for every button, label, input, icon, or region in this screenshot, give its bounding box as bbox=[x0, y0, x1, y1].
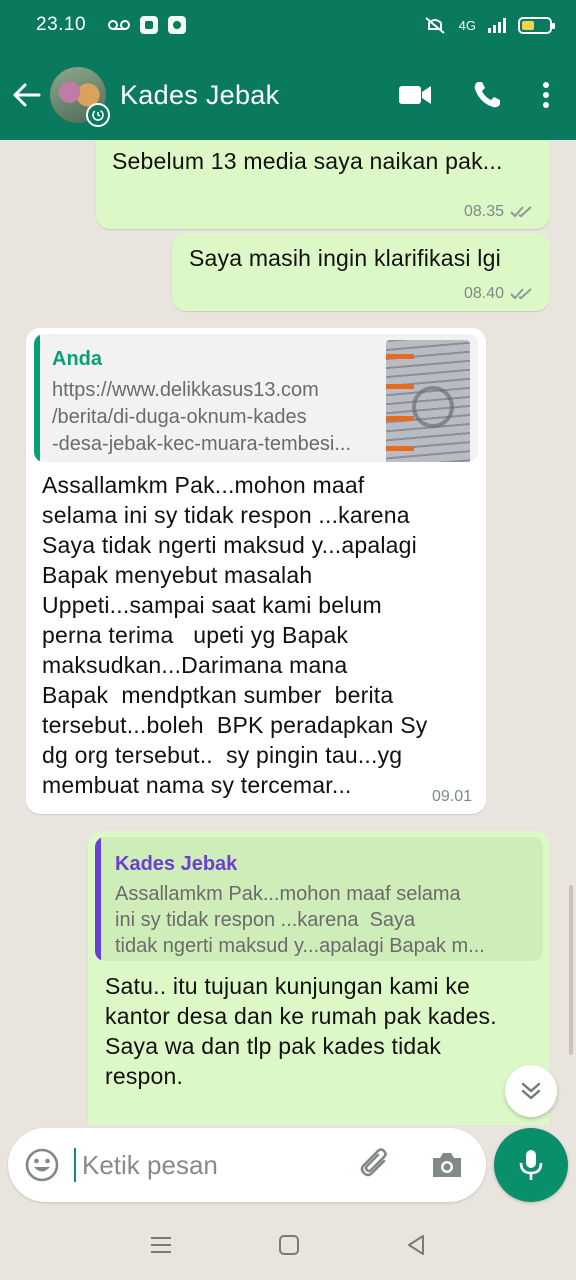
double-check-icon bbox=[510, 288, 532, 300]
contact-avatar[interactable] bbox=[50, 67, 110, 127]
network-label: 4G bbox=[458, 17, 476, 33]
message-line: respon. bbox=[105, 1063, 184, 1089]
disappearing-timer-icon bbox=[86, 103, 110, 127]
message-line: Assallamkm Pak...mohon maaf bbox=[42, 472, 365, 498]
quote-accent-bar bbox=[34, 334, 40, 462]
quote-text-line: /berita/di-duga-oknum-kades bbox=[52, 406, 307, 428]
quote-text-line: Assallamkm Pak...mohon maaf selama bbox=[115, 883, 461, 905]
quote-author: Kades Jebak bbox=[115, 853, 238, 875]
quoted-message[interactable]: Anda https://www.delikkasus13.com /berit… bbox=[34, 334, 478, 462]
message-list[interactable]: Sebelum 13 media saya naikan pak... 08.3… bbox=[0, 140, 576, 1125]
status-bar: 23.10 4G bbox=[0, 0, 576, 50]
notification-icons bbox=[108, 16, 187, 34]
battery-icon bbox=[518, 16, 555, 34]
system-navigation-bar bbox=[0, 1210, 576, 1280]
microphone-icon bbox=[519, 1150, 543, 1180]
attach-icon[interactable] bbox=[358, 1147, 394, 1183]
home-icon[interactable] bbox=[278, 1234, 300, 1256]
message-bubble-incoming[interactable]: Anda https://www.delikkasus13.com /berit… bbox=[26, 328, 486, 814]
message-meta: 08.35 bbox=[464, 203, 536, 221]
voice-record-button[interactable] bbox=[494, 1128, 568, 1202]
message-line: tersebut...boleh BPK peradapkan Sy bbox=[42, 712, 428, 738]
quote-author: Anda bbox=[52, 348, 102, 370]
chat-header: Kades Jebak bbox=[0, 50, 576, 140]
back-arrow-icon[interactable] bbox=[4, 65, 50, 125]
quote-text-line: ini sy tidak respon ...karena Saya bbox=[115, 909, 416, 931]
message-app-icon bbox=[140, 16, 159, 34]
message-line: selama ini sy tidak respon ...karena bbox=[42, 502, 410, 528]
voicemail-icon bbox=[108, 20, 131, 30]
quote-text-line: tidak ngerti maksud y...apalagi Bapak m.… bbox=[115, 935, 485, 957]
status-time: 23.10 bbox=[36, 14, 87, 35]
scroll-to-bottom-button[interactable] bbox=[505, 1065, 557, 1117]
message-bubble-outgoing[interactable]: Kades Jebak Assallamkm Pak...mohon maaf … bbox=[88, 831, 550, 1125]
phone-call-icon[interactable] bbox=[472, 80, 502, 110]
message-body: Satu.. itu tujuan kunjungan kami ke kant… bbox=[105, 971, 540, 1091]
quote-text-line: -desa-jebak-kec-muara-tembesi... bbox=[52, 433, 351, 455]
message-line: Bapak menyebut masalah bbox=[42, 562, 313, 588]
message-line: Uppeti...sampai saat kami belum bbox=[42, 592, 382, 618]
more-options-icon[interactable] bbox=[542, 81, 550, 109]
message-input[interactable] bbox=[82, 1149, 342, 1181]
message-text: Saya masih ingin klarifikasi lgi bbox=[189, 245, 501, 271]
message-body: Assallamkm Pak...mohon maaf selama ini s… bbox=[42, 470, 472, 800]
message-meta: 08.40 bbox=[464, 285, 536, 303]
message-time: 08.40 bbox=[463, 285, 504, 302]
quote-accent-bar bbox=[95, 837, 101, 961]
signal-icon bbox=[488, 17, 506, 33]
scrollbar[interactable] bbox=[569, 885, 573, 1055]
message-composer bbox=[8, 1128, 486, 1202]
message-line: dg org tersebut.. sy pingin tau...yg bbox=[42, 742, 403, 768]
message-line: perna terima upeti yg Bapak bbox=[42, 622, 349, 648]
message-line: kantor desa dan ke rumah pak kades. bbox=[105, 1003, 497, 1029]
message-time: 09.01 bbox=[431, 788, 472, 805]
message-line: membuat nama sy tercemar... bbox=[42, 772, 352, 798]
message-line: Saya tidak ngerti maksud y...apalagi bbox=[42, 532, 417, 558]
message-line: Satu.. itu tujuan kunjungan kami ke bbox=[105, 973, 471, 999]
message-line: Bapak mendptkan sumber berita bbox=[42, 682, 394, 708]
back-nav-icon[interactable] bbox=[406, 1234, 426, 1256]
double-chevron-down-icon bbox=[521, 1082, 541, 1100]
emoji-icon[interactable] bbox=[24, 1147, 60, 1183]
link-preview-thumbnail bbox=[386, 340, 470, 462]
system-icons: 4G bbox=[423, 15, 555, 35]
double-check-icon bbox=[510, 206, 532, 218]
contact-name[interactable]: Kades Jebak bbox=[120, 80, 279, 111]
message-text: Sebelum 13 media saya naikan pak... bbox=[112, 148, 503, 174]
video-call-icon[interactable] bbox=[398, 84, 432, 106]
quoted-message[interactable]: Kades Jebak Assallamkm Pak...mohon maaf … bbox=[95, 837, 543, 961]
recent-apps-icon[interactable] bbox=[150, 1235, 172, 1255]
text-caret bbox=[74, 1148, 76, 1182]
mute-icon bbox=[425, 17, 445, 34]
camera-icon[interactable] bbox=[430, 1150, 464, 1180]
message-line: maksudkan...Darimana mana bbox=[42, 652, 348, 678]
message-bubble-outgoing[interactable]: Saya masih ingin klarifikasi lgi 08.40 bbox=[172, 233, 550, 311]
message-meta: 09.01 bbox=[432, 788, 472, 806]
quote-text-line: https://www.delikkasus13.com bbox=[52, 379, 319, 401]
message-bubble-outgoing[interactable]: Sebelum 13 media saya naikan pak... 08.3… bbox=[96, 140, 550, 229]
chat-app-icon bbox=[168, 16, 187, 34]
message-time: 08.35 bbox=[463, 203, 504, 220]
message-line: Saya wa dan tlp pak kades tidak bbox=[105, 1033, 442, 1059]
